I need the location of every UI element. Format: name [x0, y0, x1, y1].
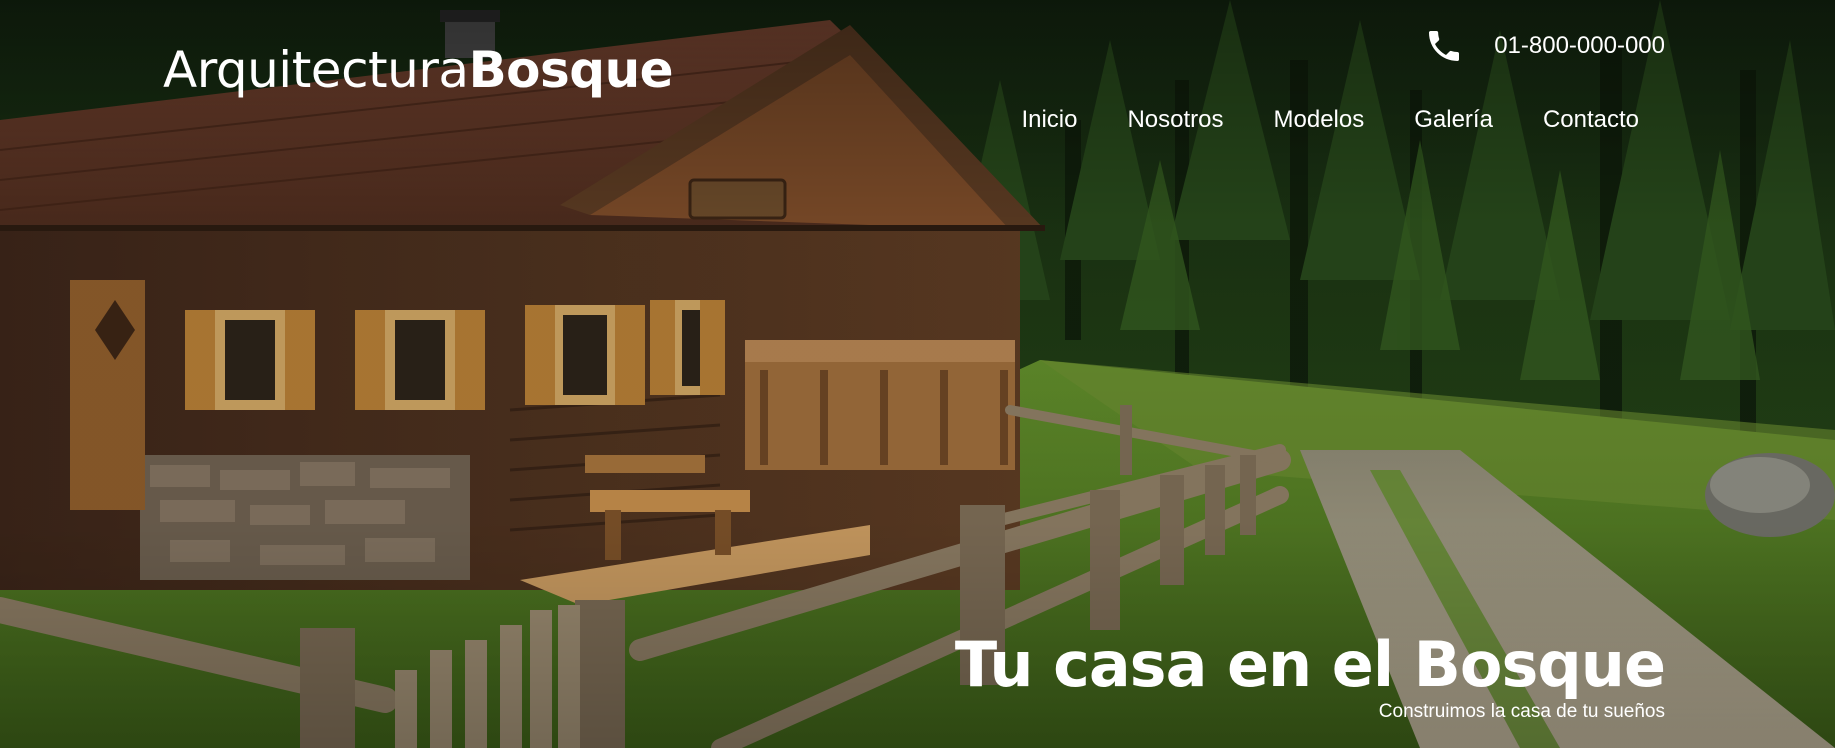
hero-subtitle: Construimos la casa de tu sueños	[1378, 701, 1665, 722]
phone-icon	[1429, 31, 1460, 61]
phone-contact[interactable]: 01-800-000-000	[1424, 26, 1665, 66]
nav-item-modelos[interactable]: Modelos	[1274, 100, 1365, 140]
nav-item-inicio[interactable]: Inicio	[1021, 100, 1077, 140]
nav-item-contacto[interactable]: Contacto	[1543, 100, 1639, 140]
phone-number: 01-800-000-000	[1494, 32, 1665, 59]
hero-section: ArquitecturaBosque 01-800-000-000 Inicio…	[0, 0, 1835, 748]
main-navigation: Inicio Nosotros Modelos Galería Contacto	[971, 100, 1639, 140]
logo-light-text: Arquitectura	[163, 41, 469, 99]
nav-item-nosotros[interactable]: Nosotros	[1127, 100, 1223, 140]
site-logo[interactable]: ArquitecturaBosque	[163, 40, 674, 100]
nav-item-galeria[interactable]: Galería	[1414, 100, 1493, 140]
logo-bold-text: Bosque	[468, 41, 674, 99]
hero-title: Tu casa en el Bosque	[954, 628, 1666, 701]
